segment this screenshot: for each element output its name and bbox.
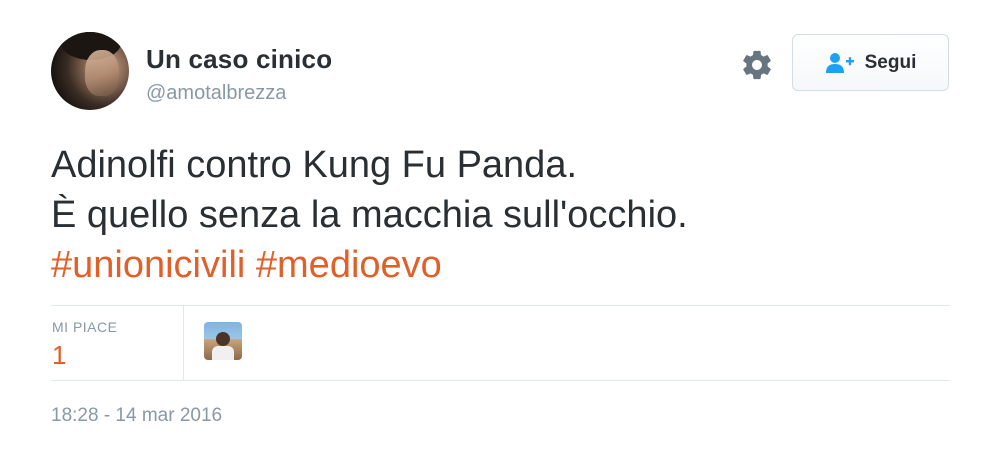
likes-count[interactable]: 1 [52, 340, 66, 371]
liker-avatar-head [216, 332, 230, 346]
liker-avatar-body [212, 346, 234, 360]
gear-icon[interactable] [740, 48, 774, 82]
author-avatar[interactable] [51, 32, 129, 110]
stats-divider-top [51, 305, 950, 306]
tweet-line-2: È quello senza la macchia sull'occhio. [51, 194, 688, 236]
hashtag-link[interactable]: #medioevo [256, 244, 442, 286]
tweet-line-1: Adinolfi contro Kung Fu Panda. [51, 144, 578, 186]
author-display-name[interactable]: Un caso cinico [146, 44, 332, 75]
author-handle[interactable]: @amotalbrezza [146, 82, 286, 105]
tweet-timestamp[interactable]: 18:28 - 14 mar 2016 [51, 405, 222, 427]
stats-divider-bottom [51, 380, 950, 381]
follow-button[interactable]: Segui [792, 34, 949, 91]
stats-vertical-divider [183, 306, 184, 380]
liker-avatar[interactable] [204, 322, 242, 360]
hashtag-link[interactable]: #unionicivili [51, 244, 245, 286]
tweet-hashtags: #unionicivili #medioevo [51, 240, 688, 290]
add-user-icon [825, 52, 854, 73]
likes-label: MI PIACE [52, 319, 118, 335]
follow-button-label: Segui [864, 51, 917, 73]
avatar-face [85, 50, 119, 96]
tweet-text: Adinolfi contro Kung Fu Panda. È quello … [51, 140, 688, 290]
